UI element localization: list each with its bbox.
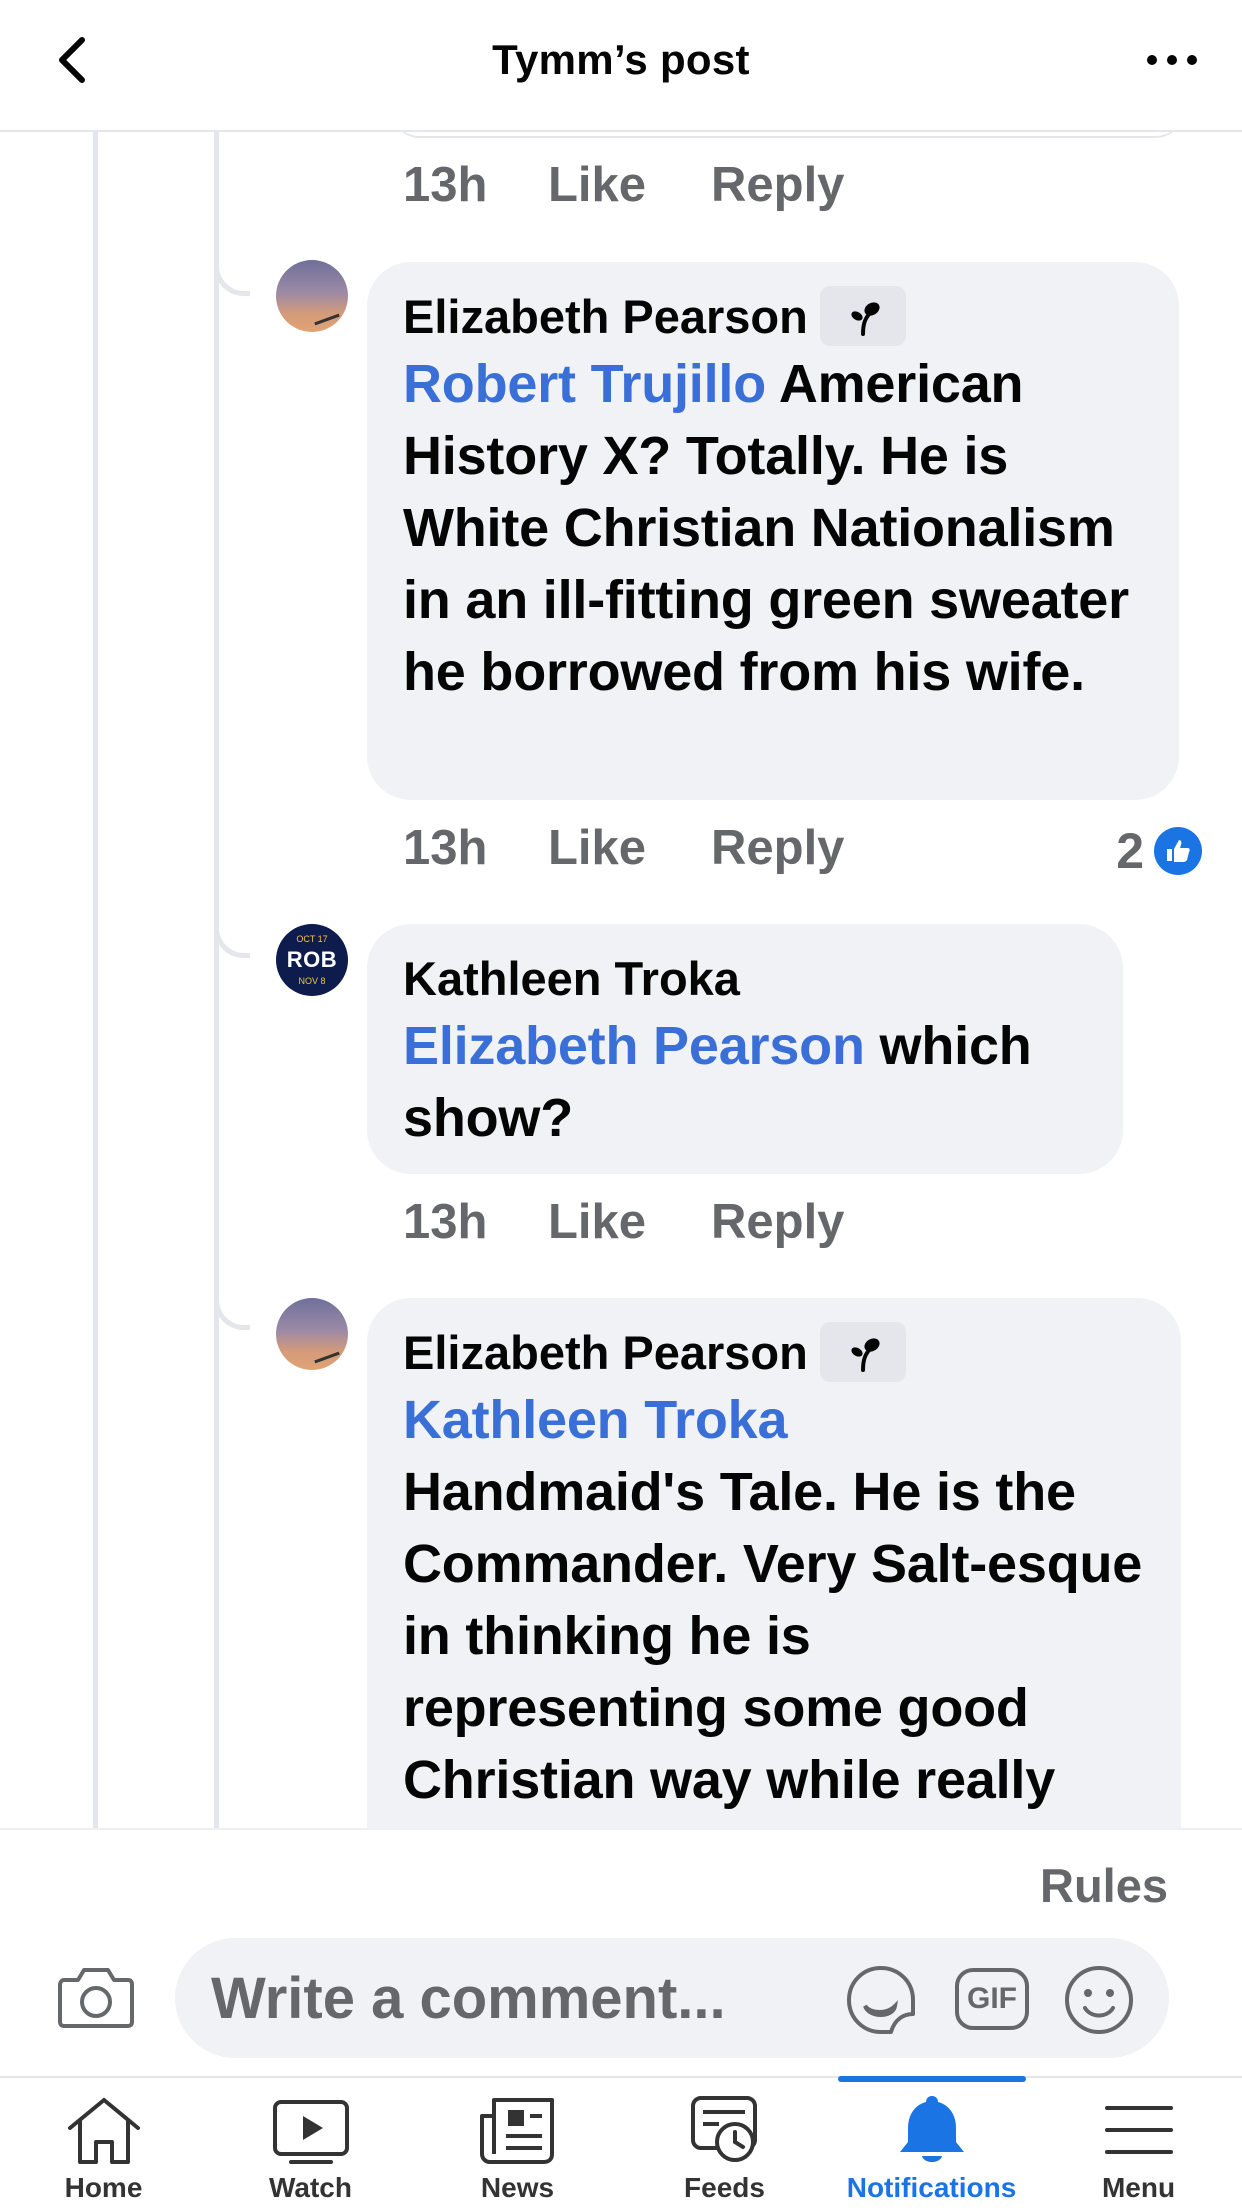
menu-icon [1104,2106,1173,2154]
new-member-badge [819,1322,906,1382]
comment-timestamp: 13h [403,821,488,875]
thread-connector [214,1300,250,1330]
feeds-icon [690,2096,757,2162]
thread-connector [214,266,250,296]
comment-author[interactable]: Kathleen Troka [403,951,740,1006]
mention-link[interactable]: Elizabeth Pearson [403,1016,865,1076]
tab-menu[interactable]: Menu [1035,2078,1242,2208]
reaction-count: 2 [1116,823,1144,879]
mention-link[interactable]: Kathleen Troka [403,1390,788,1450]
tab-feeds[interactable]: Feeds [621,2078,828,2208]
watch-icon [272,2100,349,2164]
comment-timestamp: 13h [403,158,488,212]
avatar[interactable] [276,1298,348,1370]
camera-icon[interactable] [56,1960,136,2032]
comment-author[interactable]: Elizabeth Pearson [403,1325,808,1380]
avatar-logo-text: ROB [286,947,338,972]
reply-button[interactable]: Reply [711,820,844,876]
reaction-summary[interactable]: 2 [1116,822,1202,880]
home-icon [67,2098,140,2164]
bell-icon [899,2096,964,2162]
comment-text: Robert Trujillo American History X? Tota… [403,354,1129,702]
comment-text: Kathleen Troka Handmaid's Tale. He is the… [403,1390,1143,1810]
comment-timestamp: 13h [403,1195,488,1249]
avatar[interactable] [276,260,348,332]
comment-composer: Rules GIF [0,1828,1242,2076]
reply-button[interactable]: Reply [711,1194,844,1250]
comment-actions: 13h Like Reply [403,1192,844,1252]
like-button[interactable]: Like [548,157,711,213]
gif-button[interactable]: GIF [955,1968,1029,2030]
thread-line-outer [93,132,98,1828]
thread-connector [214,928,250,958]
sprout-icon [851,302,880,336]
comment-bubble: Kathleen Troka Elizabeth Pearson which s… [367,924,1123,1174]
new-member-badge [819,286,906,346]
comment-bubble: Elizabeth Pearson Robert Trujillo Americ… [367,262,1179,800]
comment-bubble: Elizabeth Pearson Kathleen Troka Handmaid… [367,1298,1181,1898]
avatar[interactable]: OCT 17 ROB NOV 8 [276,924,348,996]
tab-notifications[interactable]: Notifications [828,2078,1035,2208]
thumbs-up-icon [1154,827,1202,875]
comment-input-container[interactable]: GIF [175,1938,1169,2058]
reply-button[interactable]: Reply [711,157,844,213]
bottom-tab-bar: Home Watch News Feeds Notifications Menu [0,2076,1242,2208]
news-icon [479,2098,554,2164]
tab-home[interactable]: Home [0,2078,207,2208]
page-title: Tymm’s post [492,36,750,83]
tab-watch[interactable]: Watch [207,2078,414,2208]
thread-line-inner [214,132,219,1828]
tab-news[interactable]: News [414,2078,621,2208]
like-button[interactable]: Like [548,820,711,876]
comment-actions: 13h Like Reply [403,155,844,215]
comment-author[interactable]: Elizabeth Pearson [403,289,808,344]
post-comments-screen: Tymm’s post 13h Like Reply Elizabeth Pea… [0,0,1242,2208]
comment-input[interactable] [211,1960,771,2036]
comment-text: Elizabeth Pearson which show? [403,1016,1032,1148]
like-button[interactable]: Like [548,1194,711,1250]
sprout-icon [851,1338,880,1372]
mention-link[interactable]: Robert Trujillo [403,354,766,414]
top-bar: Tymm’s post [0,0,1242,132]
sticker-icon[interactable] [843,1962,919,2038]
comment-actions: 13h Like Reply [403,818,844,878]
emoji-icon[interactable] [1061,1962,1137,2038]
more-options-icon[interactable] [1142,48,1202,72]
rules-link[interactable]: Rules [1040,1858,1168,1913]
